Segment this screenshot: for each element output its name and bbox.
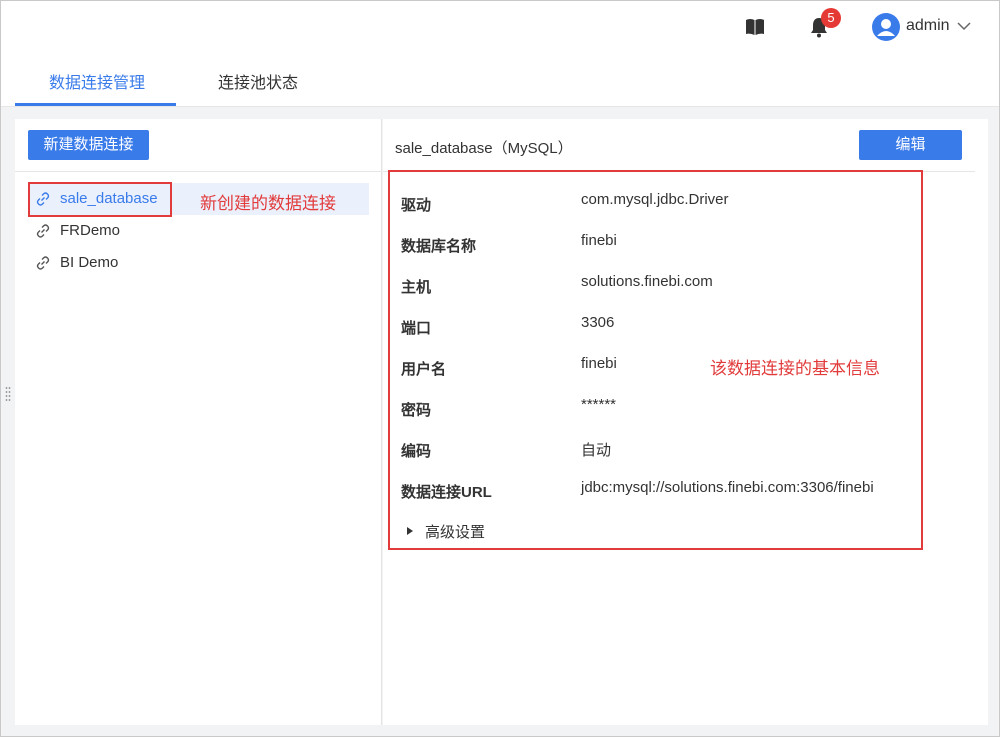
annotation-basic-info: 该数据连接的基本信息 <box>710 359 880 378</box>
connection-item-frdemo[interactable]: FRDemo <box>29 215 369 247</box>
caret-right-icon <box>407 527 413 536</box>
field-label-database: 数据库名称 <box>401 238 477 255</box>
notification-badge: 5 <box>821 8 841 28</box>
field-label-driver: 驱动 <box>401 197 432 214</box>
link-icon <box>36 256 50 270</box>
field-label-port: 端口 <box>401 320 432 337</box>
user-avatar-icon[interactable] <box>872 13 900 41</box>
field-value-encoding: 自动 <box>581 442 612 459</box>
advanced-settings-toggle[interactable]: 高级设置 <box>407 521 485 542</box>
connection-item-bi-demo[interactable]: BI Demo <box>29 247 369 279</box>
field-label-url: 数据连接URL <box>401 484 492 501</box>
app-window: 5 admin 数据连接管理 连接池状态 新建数据连接 sale_databas… <box>0 0 1000 737</box>
active-tab-indicator <box>15 103 176 106</box>
detail-title: sale_database（MySQL） <box>395 140 573 157</box>
field-value-driver: com.mysql.jdbc.Driver <box>581 191 729 208</box>
tab-bar: 数据连接管理 连接池状态 <box>1 53 999 107</box>
advanced-settings-label: 高级设置 <box>425 524 486 541</box>
chevron-down-icon[interactable] <box>957 21 971 31</box>
field-value-database: finebi <box>581 232 617 249</box>
field-label-password: 密码 <box>401 402 432 419</box>
field-label-host: 主机 <box>401 279 432 296</box>
book-icon[interactable] <box>745 18 765 36</box>
divider <box>15 171 382 172</box>
field-value-host: solutions.finebi.com <box>581 273 713 290</box>
field-value-password: ****** <box>581 396 617 413</box>
connection-label: FRDemo <box>60 222 121 239</box>
username[interactable]: admin <box>906 17 950 35</box>
field-label-username: 用户名 <box>401 361 447 378</box>
field-label-encoding: 编码 <box>401 443 432 460</box>
new-connection-button[interactable]: 新建数据连接 <box>28 130 149 160</box>
field-value-port: 3306 <box>581 314 615 331</box>
annotation-new-connection: 新创建的数据连接 <box>200 194 336 213</box>
edit-button[interactable]: 编辑 <box>859 130 962 160</box>
drag-handle-icon[interactable] <box>5 386 11 404</box>
tab-pool-status[interactable]: 连接池状态 <box>218 69 298 93</box>
field-value-username: finebi <box>581 355 617 372</box>
connection-label: BI Demo <box>60 254 119 271</box>
top-bar: 5 admin <box>1 1 999 53</box>
field-value-url: jdbc:mysql://solutions.finebi.com:3306/f… <box>581 479 874 496</box>
tab-connection-management[interactable]: 数据连接管理 <box>49 69 145 93</box>
annotation-box-new-connection <box>28 182 172 217</box>
link-icon <box>36 224 50 238</box>
